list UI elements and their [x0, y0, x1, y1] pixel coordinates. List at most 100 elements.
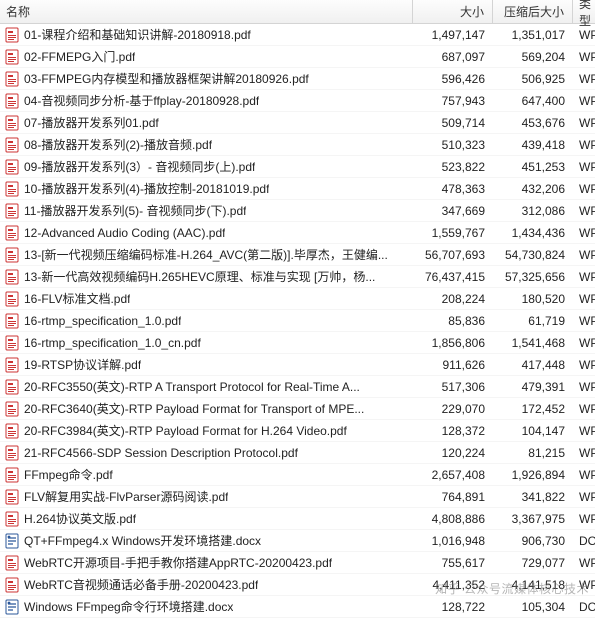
file-name-label: 02-FFMEPG入门.pdf [24, 48, 135, 65]
file-compressed-cell: 569,204 [493, 50, 573, 64]
file-name-cell[interactable]: 16-FLV标准文档.pdf [0, 290, 413, 307]
file-type-cell: WPS P [573, 72, 595, 86]
file-name-cell[interactable]: 09-播放器开发系列(3）- 音视频同步(上).pdf [0, 158, 413, 175]
file-size-cell: 85,836 [413, 314, 493, 328]
pdf-file-icon [4, 291, 20, 307]
file-name-label: WebRTC音视频通话必备手册-20200423.pdf [24, 576, 258, 593]
file-row[interactable]: 20-RFC3640(英文)-RTP Payload Format for Tr… [0, 398, 595, 420]
file-compressed-cell: 54,730,824 [493, 248, 573, 262]
file-name-cell[interactable]: 02-FFMEPG入门.pdf [0, 48, 413, 65]
file-name-cell[interactable]: 13-[新一代视频压缩编码标准-H.264_AVC(第二版)].毕厚杰，王健编.… [0, 246, 413, 263]
file-size-cell: 347,669 [413, 204, 493, 218]
file-name-cell[interactable]: 01-课程介绍和基础知识讲解-20180918.pdf [0, 26, 413, 43]
file-row[interactable]: FFmpeg命令.pdf2,657,4081,926,894WPS P [0, 464, 595, 486]
file-name-cell[interactable]: 19-RTSP协议详解.pdf [0, 356, 413, 373]
file-row[interactable]: 01-课程介绍和基础知识讲解-20180918.pdf1,497,1471,35… [0, 24, 595, 46]
column-header-type[interactable]: 类型 [573, 0, 595, 23]
file-name-cell[interactable]: 20-RFC3550(英文)-RTP A Transport Protocol … [0, 378, 413, 395]
file-name-cell[interactable]: 10-播放器开发系列(4)-播放控制-20181019.pdf [0, 180, 413, 197]
pdf-file-icon [4, 335, 20, 351]
file-name-cell[interactable]: 16-rtmp_specification_1.0_cn.pdf [0, 335, 413, 351]
pdf-file-icon [4, 313, 20, 329]
file-row[interactable]: 08-播放器开发系列(2)-播放音频.pdf510,323439,418WPS … [0, 134, 595, 156]
file-compressed-cell: 439,418 [493, 138, 573, 152]
file-row[interactable]: 09-播放器开发系列(3）- 音视频同步(上).pdf523,822451,25… [0, 156, 595, 178]
file-name-label: 04-音视频同步分析-基于ffplay-20180928.pdf [24, 92, 259, 109]
file-type-cell: WPS P [573, 468, 595, 482]
file-compressed-cell: 57,325,656 [493, 270, 573, 284]
column-header-size[interactable]: 大小 [413, 0, 493, 23]
file-row[interactable]: 11-播放器开发系列(5)- 音视频同步(下).pdf347,669312,08… [0, 200, 595, 222]
file-row[interactable]: 19-RTSP协议详解.pdf911,626417,448WPS P [0, 354, 595, 376]
file-name-cell[interactable]: 03-FFMPEG内存模型和播放器框架讲解20180926.pdf [0, 70, 413, 87]
file-name-cell[interactable]: 07-播放器开发系列01.pdf [0, 114, 413, 131]
file-name-cell[interactable]: QT+FFmpeg4.x Windows开发环境搭建.docx [0, 532, 413, 549]
file-size-cell: 755,617 [413, 556, 493, 570]
file-size-cell: 1,016,948 [413, 534, 493, 548]
file-compressed-cell: 4,141,518 [493, 578, 573, 592]
file-row[interactable]: QT+FFmpeg4.x Windows开发环境搭建.docx 1,016,948… [0, 530, 595, 552]
file-compressed-cell: 3,367,975 [493, 512, 573, 526]
pdf-file-icon [4, 93, 20, 109]
file-row[interactable]: 12-Advanced Audio Coding (AAC).pdf1,559,… [0, 222, 595, 244]
file-size-cell: 911,626 [413, 358, 493, 372]
file-type-cell: DOCX [573, 600, 595, 614]
column-header-compressed[interactable]: 压缩后大小 [493, 0, 573, 23]
file-row[interactable]: 10-播放器开发系列(4)-播放控制-20181019.pdf478,36343… [0, 178, 595, 200]
pdf-file-icon [4, 467, 20, 483]
file-row[interactable]: 21-RFC4566-SDP Session Description Proto… [0, 442, 595, 464]
file-row[interactable]: 16-rtmp_specification_1.0_cn.pdf1,856,80… [0, 332, 595, 354]
file-row[interactable]: Windows FFmpeg命令行环境搭建.docx128,722105,304… [0, 596, 595, 618]
file-compressed-cell: 341,822 [493, 490, 573, 504]
file-name-cell[interactable]: 13-新一代高效视频编码H.265HEVC原理、标准与实现 [万帅，杨... [0, 268, 413, 285]
file-size-cell: 128,722 [413, 600, 493, 614]
file-name-cell[interactable]: FFmpeg命令.pdf [0, 466, 413, 483]
file-name-cell[interactable]: 16-rtmp_specification_1.0.pdf [0, 313, 413, 329]
file-size-cell: 478,363 [413, 182, 493, 196]
file-name-cell[interactable]: 11-播放器开发系列(5)- 音视频同步(下).pdf [0, 202, 413, 219]
file-row[interactable]: 20-RFC3550(英文)-RTP A Transport Protocol … [0, 376, 595, 398]
file-name-label: 12-Advanced Audio Coding (AAC).pdf [24, 226, 225, 240]
file-compressed-cell: 906,730 [493, 534, 573, 548]
file-name-label: QT+FFmpeg4.x Windows开发环境搭建.docx [24, 532, 261, 549]
file-row[interactable]: FLV解复用实战-FlvParser源码阅读.pdf764,891341,822… [0, 486, 595, 508]
file-size-cell: 4,411,352 [413, 578, 493, 592]
file-name-cell[interactable]: Windows FFmpeg命令行环境搭建.docx [0, 598, 413, 615]
file-name-label: WebRTC开源项目-手把手教你搭建AppRTC-20200423.pdf [24, 554, 332, 571]
file-name-label: 10-播放器开发系列(4)-播放控制-20181019.pdf [24, 180, 269, 197]
file-row[interactable]: 13-新一代高效视频编码H.265HEVC原理、标准与实现 [万帅，杨...76… [0, 266, 595, 288]
file-row[interactable]: 07-播放器开发系列01.pdf509,714453,676WPS P [0, 112, 595, 134]
file-row[interactable]: 02-FFMEPG入门.pdf687,097569,204WPS P [0, 46, 595, 68]
file-name-cell[interactable]: 12-Advanced Audio Coding (AAC).pdf [0, 225, 413, 241]
file-row[interactable]: 13-[新一代视频压缩编码标准-H.264_AVC(第二版)].毕厚杰，王健编.… [0, 244, 595, 266]
file-name-cell[interactable]: 20-RFC3640(英文)-RTP Payload Format for Tr… [0, 400, 413, 417]
file-row[interactable]: 16-rtmp_specification_1.0.pdf85,83661,71… [0, 310, 595, 332]
pdf-file-icon [4, 269, 20, 285]
file-name-cell[interactable]: 21-RFC4566-SDP Session Description Proto… [0, 445, 413, 461]
file-type-cell: WPS P [573, 512, 595, 526]
file-row[interactable]: 03-FFMPEG内存模型和播放器框架讲解20180926.pdf596,426… [0, 68, 595, 90]
file-row[interactable]: WebRTC音视频通话必备手册-20200423.pdf 4,411,3524,1… [0, 574, 595, 596]
file-name-cell[interactable]: 20-RFC3984(英文)-RTP Payload Format for H.… [0, 422, 413, 439]
file-name-label: Windows FFmpeg命令行环境搭建.docx [24, 598, 233, 615]
file-name-cell[interactable]: WebRTC音视频通话必备手册-20200423.pdf [0, 576, 413, 593]
pdf-file-icon [4, 115, 20, 131]
file-row[interactable]: 20-RFC3984(英文)-RTP Payload Format for H.… [0, 420, 595, 442]
file-row[interactable]: WebRTC开源项目-手把手教你搭建AppRTC-20200423.pdf 755… [0, 552, 595, 574]
file-type-cell: WPS P [573, 248, 595, 262]
pdf-file-icon [4, 445, 20, 461]
file-name-label: 01-课程介绍和基础知识讲解-20180918.pdf [24, 26, 251, 43]
column-header-name[interactable]: 名称 [0, 0, 413, 23]
file-size-cell: 517,306 [413, 380, 493, 394]
file-name-cell[interactable]: 08-播放器开发系列(2)-播放音频.pdf [0, 136, 413, 153]
pdf-file-icon [4, 71, 20, 87]
file-compressed-cell: 479,391 [493, 380, 573, 394]
file-name-cell[interactable]: H.264协议英文版.pdf [0, 510, 413, 527]
file-name-label: FFmpeg命令.pdf [24, 466, 113, 483]
file-name-cell[interactable]: 04-音视频同步分析-基于ffplay-20180928.pdf [0, 92, 413, 109]
file-row[interactable]: H.264协议英文版.pdf4,808,8863,367,975WPS P [0, 508, 595, 530]
file-name-cell[interactable]: WebRTC开源项目-手把手教你搭建AppRTC-20200423.pdf [0, 554, 413, 571]
file-name-cell[interactable]: FLV解复用实战-FlvParser源码阅读.pdf [0, 488, 413, 505]
file-row[interactable]: 16-FLV标准文档.pdf208,224180,520WPS P [0, 288, 595, 310]
file-row[interactable]: 04-音视频同步分析-基于ffplay-20180928.pdf757,9436… [0, 90, 595, 112]
